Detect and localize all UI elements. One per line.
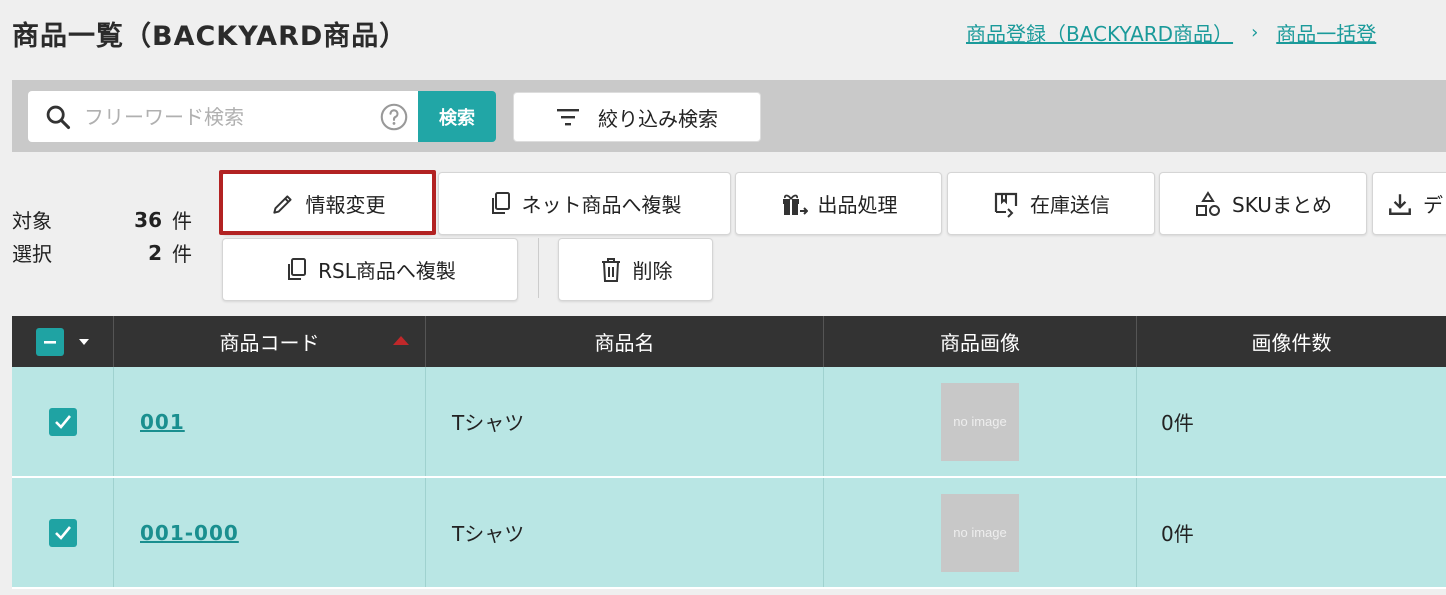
image-count-cell: 0件 [1137,478,1446,587]
check-icon [54,525,71,540]
download-button[interactable]: デ [1372,172,1446,235]
no-image-placeholder: no image [941,382,1019,461]
target-count-label: 対象 [12,209,52,233]
trash-icon [601,257,620,282]
target-count-value: 36 [134,207,162,232]
delete-label: 削除 [632,259,673,283]
no-image-placeholder: no image [941,493,1019,572]
code-cell: 001-000 [114,478,426,587]
product-code-link[interactable]: 001-000 [140,521,239,545]
table-header: 商品コード 商品名 商品画像 画像件数 [12,316,1446,367]
row-checkbox-cell [12,367,114,476]
product-code-link[interactable]: 001 [140,410,185,434]
column-header-code[interactable]: 商品コード [114,316,426,367]
column-header-image-label: 商品画像 [940,331,1020,355]
column-header-name-label: 商品名 [594,331,655,355]
selected-count-value: 2 [148,240,162,265]
row-checkbox-cell [12,478,114,587]
search-button[interactable]: 検索 [418,91,496,142]
image-cell: no image [824,367,1137,476]
selected-count-label: 選択 [12,242,52,266]
image-count: 0件 [1161,411,1194,435]
search-box [28,91,418,142]
copy-to-rsl-button[interactable]: RSL商品へ複製 [222,238,518,301]
breadcrumb-link-product-register[interactable]: 商品登録（BACKYARD商品） [966,18,1233,47]
minus-icon [43,340,56,344]
search-input[interactable] [84,104,374,129]
column-header-image-count[interactable]: 画像件数 [1137,316,1446,367]
gift-transfer-icon [782,194,808,215]
product-table: 商品コード 商品名 商品画像 画像件数 001 Tシャツ no image 0件 [12,316,1446,589]
image-cell: no image [824,478,1137,587]
copy-to-rsl-label: RSL商品へ複製 [318,259,456,283]
copy-icon [288,257,307,280]
copy-to-net-button[interactable]: ネット商品へ複製 [438,172,731,235]
pencil-icon [272,194,292,214]
copy-icon [491,191,510,214]
stock-send-button[interactable]: 在庫送信 [947,172,1155,235]
filter-icon [557,109,579,126]
sku-merge-button[interactable]: SKUまとめ [1159,172,1367,235]
search-icon [46,105,71,129]
edit-info-label: 情報変更 [305,193,386,217]
select-all-checkbox[interactable] [35,327,64,356]
column-header-name[interactable]: 商品名 [426,316,824,367]
download-icon [1389,193,1411,215]
breadcrumb-link-bulk-register[interactable]: 商品一括登 [1276,18,1376,47]
select-all-cell [12,316,114,367]
selected-count-unit: 件 [172,242,192,266]
shapes-icon [1196,190,1221,216]
chevron-down-icon[interactable] [78,338,90,346]
filter-search-button[interactable]: 絞り込み検索 [513,92,761,142]
product-name: Tシャツ [452,522,525,546]
download-label: デ [1423,193,1443,217]
sort-asc-icon [393,336,409,345]
name-cell: Tシャツ [426,367,824,476]
search-bar: 検索 絞り込み検索 [12,80,1446,152]
selection-counts: 対象 36 件 選択 2 件 [12,203,192,269]
target-count-unit: 件 [172,209,192,233]
edit-info-button[interactable]: 情報変更 [222,172,433,235]
code-cell: 001 [114,367,426,476]
table-row[interactable]: 001 Tシャツ no image 0件 [12,367,1446,478]
listing-label: 出品処理 [817,193,898,217]
toolbar-divider [538,238,539,298]
name-cell: Tシャツ [426,478,824,587]
product-name: Tシャツ [452,411,525,435]
breadcrumb-separator: › [1251,22,1259,43]
table-row[interactable]: 001-000 Tシャツ no image 0件 [12,478,1446,589]
column-header-code-label: 商品コード [219,331,320,355]
listing-button[interactable]: 出品処理 [735,172,942,235]
stock-send-label: 在庫送信 [1030,193,1110,217]
breadcrumb: 商品登録（BACKYARD商品） › 商品一括登 [966,18,1376,47]
filter-search-label: 絞り込み検索 [598,106,718,131]
image-count: 0件 [1161,522,1194,546]
column-header-image-count-label: 画像件数 [1251,331,1332,355]
row-checkbox[interactable] [48,407,77,436]
delete-button[interactable]: 削除 [558,238,713,301]
column-header-image[interactable]: 商品画像 [824,316,1137,367]
page-title: 商品一覧（BACKYARD商品） [12,21,408,52]
check-icon [54,414,71,429]
row-checkbox[interactable] [48,518,77,547]
copy-to-net-label: ネット商品へ複製 [521,193,682,217]
sku-merge-label: SKUまとめ [1232,193,1332,217]
stock-send-icon [994,192,1018,218]
help-icon[interactable] [380,103,408,131]
image-count-cell: 0件 [1137,367,1446,476]
